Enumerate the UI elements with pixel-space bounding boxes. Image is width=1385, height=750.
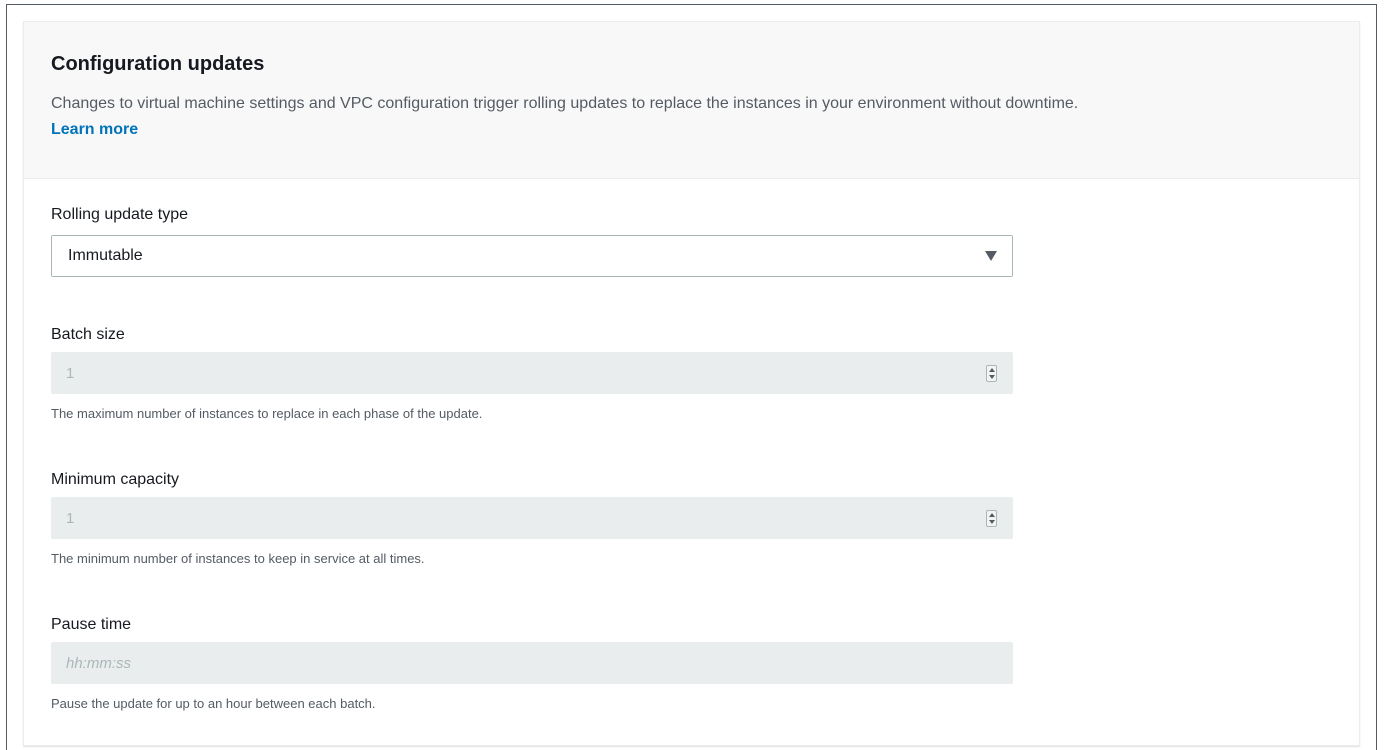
minimum-capacity-stepper[interactable] [986,510,997,527]
batch-size-help: The maximum number of instances to repla… [51,406,483,421]
pause-time-input[interactable]: hh:mm:ss [51,642,1013,684]
stepper-down-icon[interactable] [989,375,995,379]
stepper-up-icon[interactable] [989,368,995,372]
batch-size-stepper[interactable] [986,365,997,382]
stepper-up-icon[interactable] [989,513,995,517]
rolling-update-type-value: Immutable [68,247,143,264]
minimum-capacity-value: 1 [66,510,75,527]
learn-more-link[interactable]: Learn more [51,121,138,139]
minimum-capacity-help: The minimum number of instances to keep … [51,551,425,566]
rolling-update-type-select[interactable]: Immutable [51,235,1013,277]
batch-size-label: Batch size [51,326,125,343]
caret-down-icon [985,251,997,261]
pause-time-help: Pause the update for up to an hour betwe… [51,696,376,711]
rolling-update-type-label: Rolling update type [51,206,188,223]
pause-time-placeholder: hh:mm:ss [66,655,132,672]
minimum-capacity-input[interactable]: 1 [51,497,1013,539]
minimum-capacity-label: Minimum capacity [51,471,180,488]
panel-title: Configuration updates [51,53,265,75]
panel-header: Configuration updates Changes to virtual… [24,22,1359,179]
configuration-updates-panel: Configuration updates Changes to virtual… [23,21,1360,746]
batch-size-input[interactable]: 1 [51,352,1013,394]
stepper-down-icon[interactable] [989,520,995,524]
pause-time-label: Pause time [51,616,132,633]
page-frame: Configuration updates Changes to virtual… [6,4,1377,750]
panel-description: Changes to virtual machine settings and … [51,95,1079,112]
batch-size-value: 1 [66,365,75,382]
